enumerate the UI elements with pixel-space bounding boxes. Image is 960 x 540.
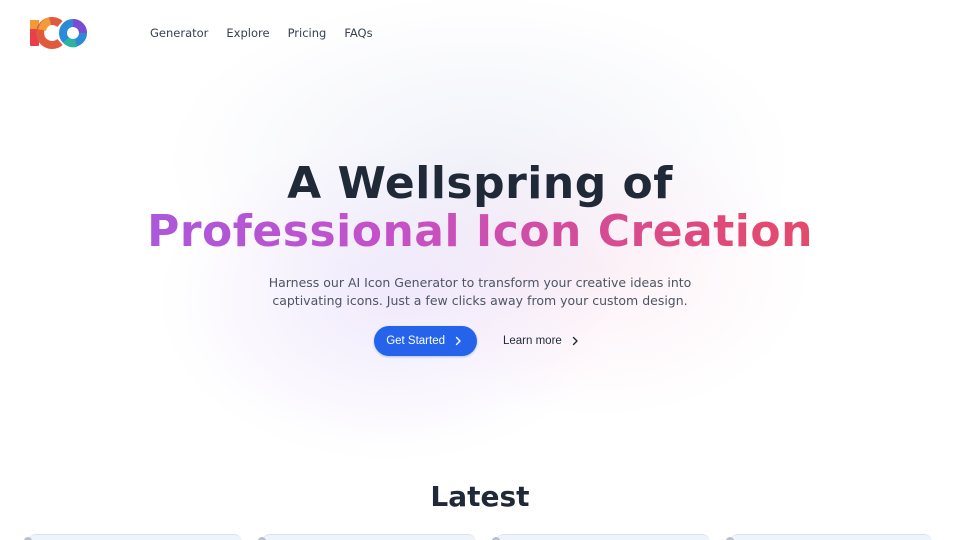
- chevron-right-icon: [455, 336, 461, 346]
- site-header: Generator Explore Pricing FAQs: [0, 0, 960, 66]
- latest-card[interactable]: [24, 534, 242, 540]
- logo[interactable]: [28, 16, 88, 50]
- nav-generator[interactable]: Generator: [150, 25, 208, 41]
- nav-explore[interactable]: Explore: [226, 25, 269, 41]
- hero-subtitle: Harness our AI Icon Generator to transfo…: [268, 275, 692, 308]
- get-started-label: Get Started: [386, 335, 445, 347]
- hero-section: A Wellspring of Professional Icon Creati…: [0, 160, 960, 356]
- learn-more-label: Learn more: [503, 335, 562, 347]
- latest-card[interactable]: [492, 534, 710, 540]
- learn-more-button[interactable]: Learn more: [497, 326, 586, 356]
- nav-faqs[interactable]: FAQs: [344, 25, 372, 41]
- chevron-right-icon: [572, 336, 578, 346]
- get-started-button[interactable]: Get Started: [374, 326, 477, 356]
- latest-card[interactable]: [726, 534, 932, 540]
- page: Generator Explore Pricing FAQs A Wellspr…: [0, 0, 960, 540]
- latest-card[interactable]: [258, 534, 476, 540]
- latest-section-title: Latest: [430, 480, 530, 513]
- nav-pricing[interactable]: Pricing: [288, 25, 327, 41]
- hero-title-line1: A Wellspring of: [287, 158, 673, 209]
- main-nav: Generator Explore Pricing FAQs: [150, 25, 391, 41]
- hero-title-line2: Professional Icon Creation: [0, 208, 960, 256]
- cta-row: Get Started Learn more: [0, 326, 960, 356]
